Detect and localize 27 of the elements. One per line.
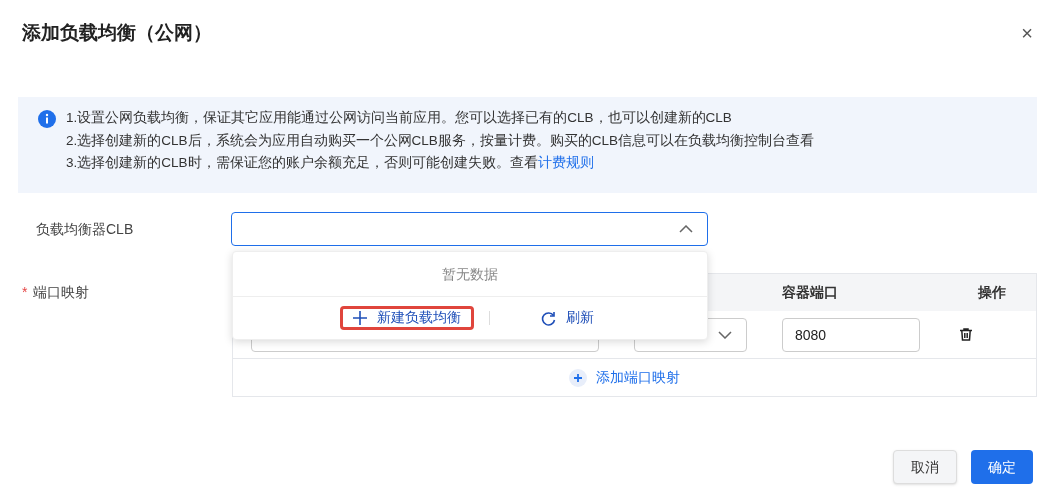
chevron-icon [718,330,732,339]
dialog-title: 添加负载均衡（公网） [22,20,212,45]
empty-text: 暂无数据 [442,264,498,284]
field-label: 负载均衡器CLB [35,219,135,239]
info-icon [38,110,56,128]
refresh-icon [541,310,556,326]
pricing-link[interactable]: 计费规则 [537,152,594,175]
plus-icon [569,368,587,387]
cancel-button[interactable]: 取消 [893,450,957,484]
clb-select[interactable] [231,212,708,246]
add-mapping-button[interactable]: 添加端口映射 [569,367,680,388]
plus-icon [353,311,367,325]
info-text: 2.选择创建新的CLB后，系统会为应用自动购买一个公网CLB服务，按量计费。购买的CLB信息可以在负载均衡控制台查看 [66,131,815,150]
close-button[interactable]: × [1021,23,1033,43]
required-mark: * [22,283,28,302]
chevron-icon [679,225,693,233]
port-input[interactable]: 8080 [782,317,920,352]
trash-icon [960,328,972,341]
field-label: 端口映射 [33,283,90,302]
create-button[interactable]: 新建负载均衡 [340,306,474,330]
info-text: 3.选择创建新的CLB时，需保证您的账户余额充足，否则可能创建失败。查看 [66,154,538,172]
info-text: 1.设置公网负载均衡，保证其它应用能通过公网访问当前应用。您可以选择已有的CLB，也可以创建新的CLB [66,109,732,127]
column-header: 操作 [977,283,1007,302]
delete-button[interactable] [960,328,972,341]
confirm-button[interactable]: 确定 [971,450,1033,484]
refresh-button[interactable]: 刷新 [528,306,607,330]
column-header: 容器端口 [782,283,839,302]
